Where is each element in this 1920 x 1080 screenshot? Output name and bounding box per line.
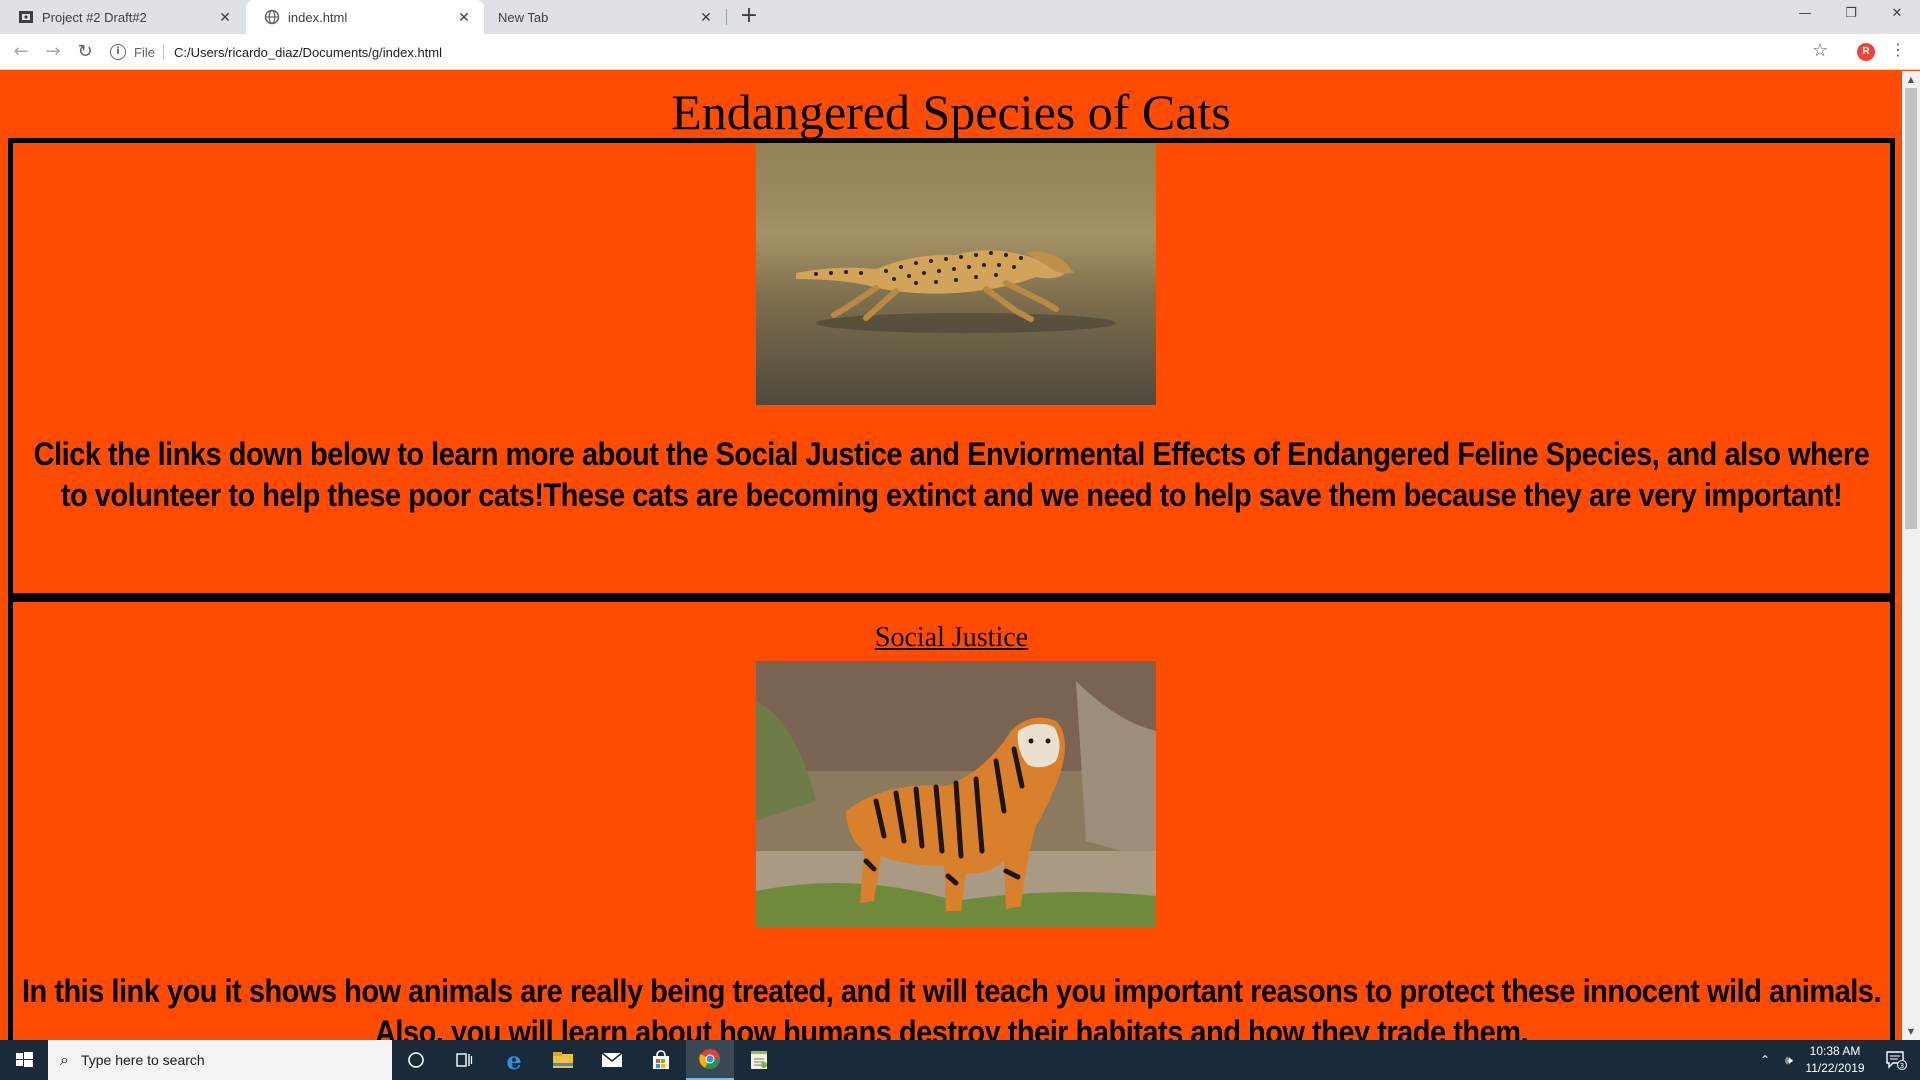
clock-time: 10:38 AM — [1809, 1044, 1861, 1058]
search-placeholder: Type here to search — [80, 1052, 205, 1068]
scroll-down-arrow-icon[interactable]: ▼ — [1902, 1023, 1920, 1040]
speaker-icon[interactable]: 🕪 — [1778, 1040, 1800, 1080]
forward-arrow-icon[interactable]: → — [40, 39, 66, 65]
restore-button[interactable]: ❐ — [1828, 0, 1874, 30]
notepad-plus-icon[interactable] — [735, 1040, 783, 1080]
new-tab-button[interactable]: + — [736, 4, 762, 30]
social-justice-paragraph: In this link you it shows how animals ar… — [21, 973, 1882, 1040]
edge-browser-icon[interactable]: e — [490, 1040, 538, 1080]
social-justice-link[interactable]: Social Justice — [13, 622, 1890, 654]
close-tab-icon[interactable]: ✕ — [456, 9, 472, 25]
windows-logo-icon — [16, 1052, 33, 1067]
task-view-icon[interactable] — [440, 1040, 488, 1080]
info-icon[interactable]: i — [110, 44, 126, 60]
vertical-scrollbar[interactable]: ▲ ▼ — [1902, 71, 1920, 1040]
scroll-thumb[interactable] — [1905, 88, 1917, 529]
address-bar[interactable]: i File C:/Users/ricardo_diaz/Documents/g… — [110, 38, 1830, 66]
tab-project-draft[interactable]: Project #2 Draft#2 ✕ — [0, 0, 245, 34]
tiger-image — [756, 661, 1156, 927]
tab-title: Project #2 Draft#2 — [42, 9, 147, 25]
tray-overflow-chevron-icon[interactable]: ⌃ — [1756, 1040, 1774, 1080]
scroll-up-arrow-icon[interactable]: ▲ — [1902, 71, 1920, 88]
notification-count: 3 — [1900, 1062, 1904, 1070]
close-tab-icon[interactable]: ✕ — [698, 9, 714, 25]
search-icon: ⌕ — [60, 1050, 69, 1069]
tab-index-html[interactable]: index.html ✕ — [246, 0, 484, 34]
bookmark-star-icon[interactable]: ☆ — [1812, 40, 1828, 61]
reload-icon[interactable]: ↻ — [72, 39, 98, 65]
taskbar-search-box[interactable]: ⌕ Type here to search — [48, 1040, 392, 1080]
slides-icon — [18, 9, 34, 25]
cortana-icon[interactable] — [392, 1040, 440, 1080]
page-viewport: Endangered Species of Cats Click the lin… — [0, 71, 1902, 1040]
taskbar-clock[interactable]: 10:38 AM 11/22/2019 — [1800, 1043, 1870, 1077]
menu-dots-icon[interactable]: ⋮ — [1890, 40, 1906, 59]
close-window-button[interactable]: ✕ — [1874, 0, 1920, 30]
tab-new-tab[interactable]: New Tab ✕ — [486, 0, 726, 34]
url-text[interactable]: C:/Users/ricardo_diaz/Documents/g/index.… — [174, 45, 442, 60]
clock-date: 11/22/2019 — [1805, 1061, 1865, 1075]
back-arrow-icon[interactable]: ← — [8, 39, 34, 65]
profile-avatar[interactable]: R — [1857, 43, 1875, 61]
close-tab-icon[interactable]: ✕ — [217, 9, 233, 25]
cheetah-image — [756, 143, 1156, 405]
start-button[interactable] — [0, 1040, 48, 1080]
tab-strip: Project #2 Draft#2 ✕ index.html ✕ New Ta… — [0, 0, 1920, 34]
tab-separator — [726, 9, 727, 25]
store-icon[interactable] — [637, 1040, 685, 1080]
intro-section: Click the links down below to learn more… — [8, 138, 1895, 598]
page-title: Endangered Species of Cats — [671, 84, 1231, 140]
file-explorer-icon[interactable] — [539, 1040, 587, 1080]
intro-paragraph: Click the links down below to learn more… — [33, 436, 1870, 515]
chrome-icon[interactable] — [686, 1040, 734, 1080]
social-justice-section: Social Justice In this link you it shows… — [8, 597, 1895, 1040]
scheme-label: File — [134, 44, 155, 60]
action-center-icon[interactable]: 3 — [1876, 1040, 1916, 1080]
mail-icon[interactable] — [588, 1040, 636, 1080]
address-divider — [162, 44, 164, 60]
browser-toolbar: ← → ↻ i File C:/Users/ricardo_diaz/Docum… — [0, 34, 1920, 70]
windows-taskbar: ⌕ Type here to search e ⌃ 🕪 10:38 AM 11/… — [0, 1040, 1920, 1080]
tab-title: New Tab — [498, 9, 549, 25]
minimize-button[interactable]: — — [1782, 0, 1828, 30]
globe-icon — [264, 9, 280, 25]
tab-title: index.html — [288, 9, 348, 25]
